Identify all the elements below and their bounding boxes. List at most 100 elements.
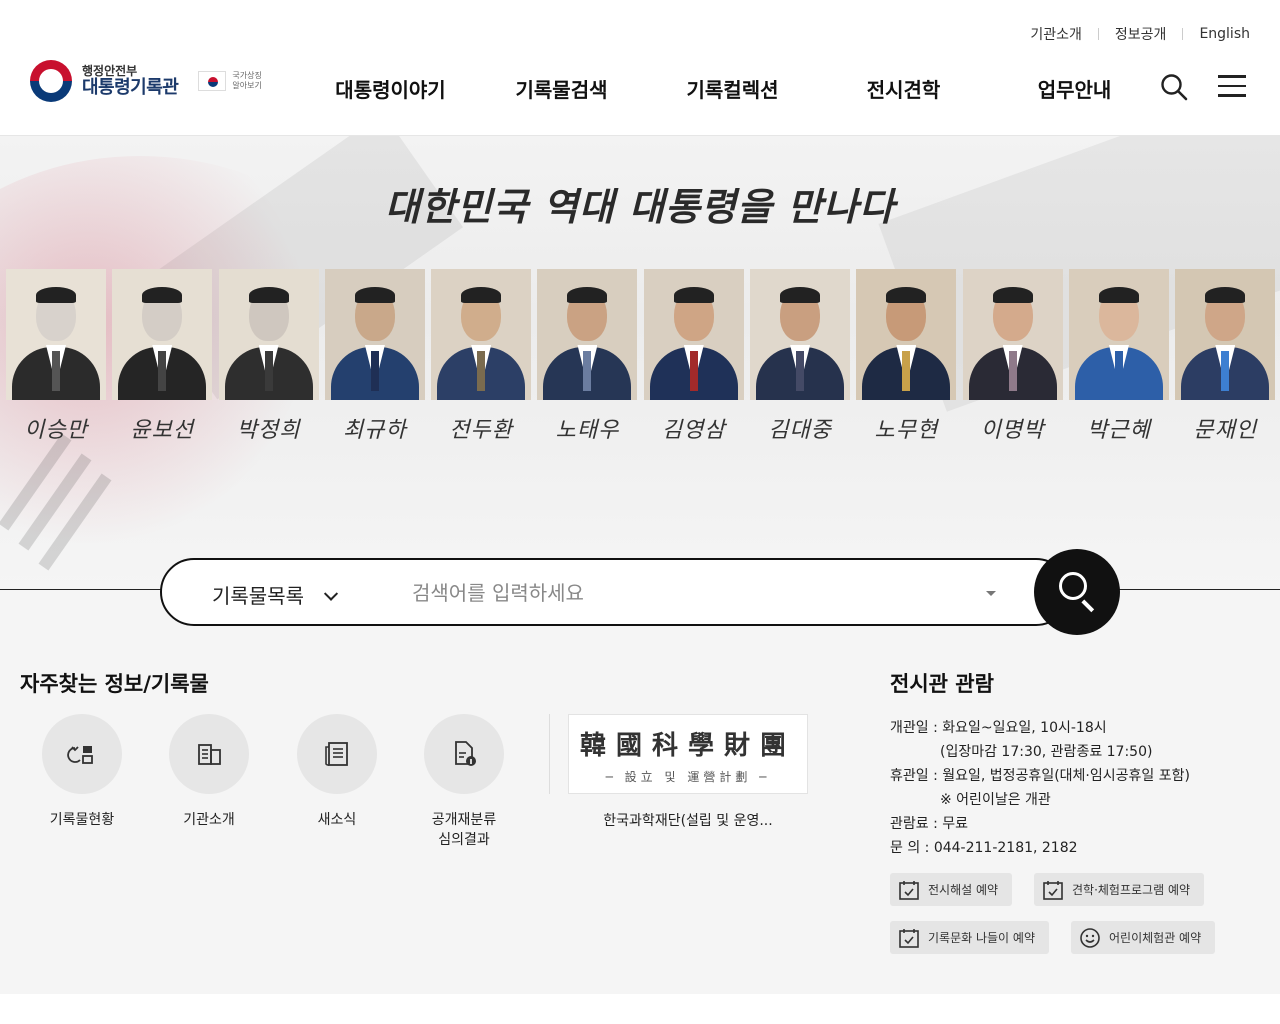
logo-ministry-text: 행정안전부 xyxy=(82,63,138,78)
national-symbol-link[interactable]: 국가상징 알아보기 xyxy=(198,71,262,91)
president-portrait[interactable]: 김대중 xyxy=(750,269,851,466)
search-category-value: 기록물목록 xyxy=(212,584,304,608)
opening-days: 개관일 : 화요일~일요일, 10시-18시 xyxy=(890,720,1107,736)
president-photo xyxy=(537,269,638,400)
document-info-icon xyxy=(455,741,476,766)
president-portraits: 이승만 윤보선 박정희 최규하 전두환 노태우 김영삼 김대중 노무현 이명박 박근혜 문재인 xyxy=(6,269,1280,466)
building-icon xyxy=(198,744,221,765)
president-signature: 박근혜 xyxy=(1087,418,1151,443)
calendar-check-icon xyxy=(1043,880,1063,900)
divider xyxy=(1097,28,1099,40)
president-portrait[interactable]: 노태우 xyxy=(537,269,638,466)
president-signature: 노무현 xyxy=(874,418,939,443)
president-signature: 윤보선 xyxy=(130,418,195,443)
president-portrait[interactable]: 박정희 xyxy=(218,269,319,466)
util-link-about[interactable]: 기관소개 xyxy=(1030,24,1082,44)
util-link-english[interactable]: English xyxy=(1199,26,1250,42)
site-logo[interactable]: 행정안전부 대통령기록관 국가상징 알아보기 xyxy=(30,60,262,102)
featured-record[interactable]: 韓國科學財團 ─ 設立 및 運營計劃 ─ 한국과학재단(설립 및 운영... xyxy=(568,714,808,830)
childrens-day-note: ※ 어린이날은 개관 xyxy=(940,792,1051,808)
autocomplete-toggle-icon[interactable] xyxy=(986,591,996,596)
president-portrait[interactable]: 최규하 xyxy=(324,269,425,466)
flag-text-2: 알아보기 xyxy=(232,81,262,90)
president-signature: 노태우 xyxy=(555,418,620,443)
search-input[interactable] xyxy=(412,574,972,612)
president-photo xyxy=(6,269,106,400)
president-photo xyxy=(962,269,1063,400)
tour-program-reservation-button[interactable]: 견학·체험프로그램 예약 xyxy=(1034,873,1205,906)
president-signature: 전두환 xyxy=(449,418,514,443)
quick-link-news[interactable]: 새소식 xyxy=(282,714,392,830)
search-bar: 기록물목록 xyxy=(160,558,1070,626)
president-photo xyxy=(750,269,851,400)
president-portrait[interactable]: 노무현 xyxy=(856,269,957,466)
featured-record-caption: 한국과학재단(설립 및 운영... xyxy=(603,813,773,829)
exhibition-title: 전시관 관람 xyxy=(890,672,994,696)
divider xyxy=(1182,28,1184,40)
hamburger-menu-icon[interactable] xyxy=(1218,75,1246,99)
nav-business-guide[interactable]: 업무안내 xyxy=(989,74,1160,103)
closed-days: 휴관일 : 월요일, 법정공휴일(대체·임시공휴일 포함) xyxy=(890,768,1190,784)
quick-link-records-status[interactable]: 기록물현황 xyxy=(27,714,137,830)
president-signature: 최규하 xyxy=(343,418,407,443)
hero-banner: 대한민국 역대 대통령을 만나다 이승만 윤보선 박정희 최규하 전두환 노태우 김영삼 김대… xyxy=(0,136,1280,590)
president-photo xyxy=(1175,269,1276,400)
president-portrait[interactable]: 박근혜 xyxy=(1068,269,1169,466)
search-button[interactable] xyxy=(1034,549,1120,635)
quick-link-about[interactable]: 기관소개 xyxy=(154,714,264,830)
taegukgi-flag-icon xyxy=(198,71,227,91)
calendar-check-icon xyxy=(899,880,919,900)
quick-link-label: 공개재분류 심의결과 xyxy=(431,812,497,849)
president-portrait[interactable]: 윤보선 xyxy=(112,269,213,466)
president-signature: 박정희 xyxy=(236,418,301,443)
children-experience-reservation-button[interactable]: 어린이체험관 예약 xyxy=(1071,921,1216,954)
president-portrait[interactable]: 전두환 xyxy=(431,269,532,466)
smile-face-icon xyxy=(1080,927,1100,948)
president-signature: 이승만 xyxy=(24,418,88,443)
president-portrait[interactable]: 김영삼 xyxy=(643,269,744,466)
entry-deadline: (입장마감 17:30, 관람종료 17:50) xyxy=(940,744,1153,760)
president-portrait[interactable]: 이승만 xyxy=(6,269,106,466)
logo-archives-text: 대통령기록관 xyxy=(82,76,179,98)
president-signature: 이명박 xyxy=(980,418,1045,443)
search-icon xyxy=(1059,572,1087,600)
divider xyxy=(549,714,550,794)
president-photo xyxy=(1068,269,1169,400)
government-emblem-icon xyxy=(30,60,72,102)
search-icon[interactable] xyxy=(1160,73,1188,101)
calendar-check-icon xyxy=(899,928,919,948)
president-signature: 김대중 xyxy=(768,418,832,443)
nav-records-collection[interactable]: 기록컬렉션 xyxy=(647,74,818,103)
nav-exhibition-tour[interactable]: 전시견학 xyxy=(818,74,989,103)
president-photo xyxy=(112,269,213,400)
exhibition-guide-reservation-button[interactable]: 전시해설 예약 xyxy=(890,873,1013,906)
main-navigation: 대통령이야기 기록물검색 기록컬렉션 전시견학 업무안내 xyxy=(305,74,1160,103)
util-link-info-disclosure[interactable]: 정보공개 xyxy=(1115,24,1167,44)
flag-text-1: 국가상징 xyxy=(232,71,262,81)
news-icon xyxy=(325,742,348,766)
search-category-select[interactable]: 기록물목록 xyxy=(212,580,339,609)
president-photo xyxy=(643,269,744,400)
records-status-icon xyxy=(67,746,93,764)
president-photo xyxy=(431,269,532,400)
contact: 문 의 : 044-211-2181, 2182 xyxy=(890,840,1078,856)
records-culture-outing-reservation-button[interactable]: 기록문화 나들이 예약 xyxy=(890,921,1049,954)
main-content-area: 자주찾는 정보/기록물 기록물현황 기관소개 새소식 공개재분류 심의결과 韓國… xyxy=(0,590,1280,994)
president-photo xyxy=(218,269,319,400)
quick-link-label: 기록물현황 xyxy=(49,812,115,828)
quick-link-label: 기관소개 xyxy=(183,812,235,828)
president-photo xyxy=(324,269,425,400)
featured-record-image: 韓國科學財團 ─ 設立 및 運營計劃 ─ xyxy=(568,714,808,794)
exhibition-info: 개관일 : 화요일~일요일, 10시-18시 (입장마감 17:30, 관람종료… xyxy=(890,716,1190,860)
president-photo xyxy=(856,269,957,400)
hero-title: 대한민국 역대 대통령을 만나다 xyxy=(384,184,896,229)
president-portrait[interactable]: 문재인 xyxy=(1175,269,1276,466)
chevron-down-icon xyxy=(323,586,339,601)
quick-link-label: 새소식 xyxy=(317,812,357,828)
president-signature: 문재인 xyxy=(1193,418,1258,443)
quick-link-reclassification[interactable]: 공개재분류 심의결과 xyxy=(409,714,519,851)
president-signature: 김영삼 xyxy=(661,418,726,443)
nav-records-search[interactable]: 기록물검색 xyxy=(476,74,647,103)
nav-president-story[interactable]: 대통령이야기 xyxy=(305,74,476,103)
president-portrait[interactable]: 이명박 xyxy=(962,269,1063,466)
